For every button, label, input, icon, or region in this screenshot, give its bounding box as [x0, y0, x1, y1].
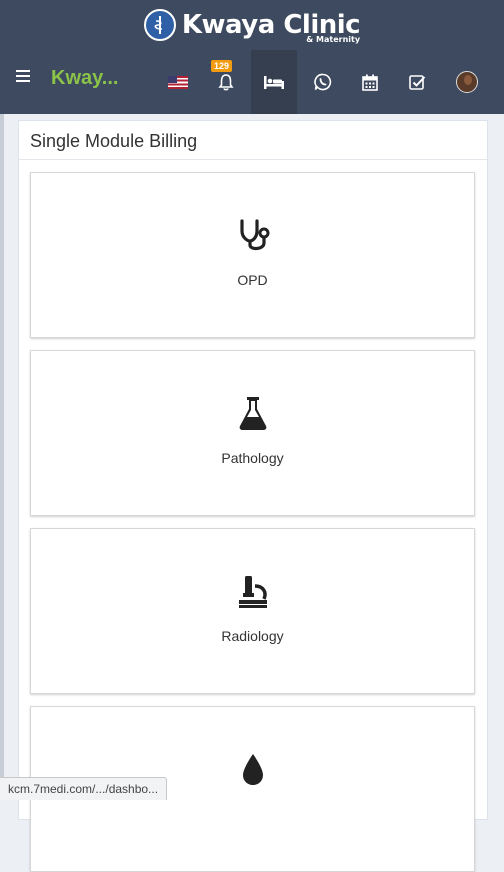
module-label: Radiology	[221, 628, 284, 644]
clinic-logo[interactable]: Kwaya Clinic & Maternity	[0, 0, 504, 50]
module-label: Pathology	[221, 450, 284, 466]
user-menu-button[interactable]	[444, 50, 490, 114]
notifications-button[interactable]: 129	[203, 50, 249, 114]
user-avatar	[456, 71, 478, 93]
menu-toggle-icon[interactable]	[16, 70, 30, 84]
bed-icon	[264, 76, 284, 89]
microscope-icon	[31, 573, 474, 609]
sidebar-edge	[0, 114, 4, 800]
whatsapp-button[interactable]	[300, 50, 346, 114]
calendar-button[interactable]	[347, 50, 393, 114]
top-navbar: Kway... 129	[0, 50, 504, 114]
checkbox-icon	[408, 74, 425, 90]
billing-panel: Single Module Billing OPD Pathology Radi…	[18, 120, 488, 872]
bell-icon	[218, 74, 234, 91]
module-label: OPD	[237, 272, 268, 288]
clinic-emblem-icon	[143, 9, 176, 41]
panel-title: Single Module Billing	[19, 121, 487, 160]
browser-status-url: kcm.7medi.com/.../dashbo...	[0, 777, 168, 800]
app-header: Kwaya Clinic & Maternity Kway... 129	[0, 0, 504, 114]
module-card-opd[interactable]: OPD	[30, 172, 475, 338]
flag-us-icon	[168, 75, 188, 89]
language-selector[interactable]	[155, 50, 201, 114]
ipd-beds-button[interactable]	[251, 50, 297, 114]
module-card-radiology[interactable]: Radiology	[30, 528, 475, 694]
notification-count-badge: 129	[211, 60, 233, 72]
whatsapp-icon	[314, 73, 332, 91]
calendar-icon	[362, 74, 378, 91]
brand-name[interactable]: Kway...	[51, 67, 118, 90]
logo-subtitle: & Maternity	[306, 35, 361, 44]
module-card-pathology[interactable]: Pathology	[30, 350, 475, 516]
stethoscope-icon	[31, 217, 474, 253]
flask-icon	[31, 395, 474, 431]
tasks-button[interactable]	[394, 50, 440, 114]
logo-title: Kwaya Clinic & Maternity	[181, 10, 361, 44]
